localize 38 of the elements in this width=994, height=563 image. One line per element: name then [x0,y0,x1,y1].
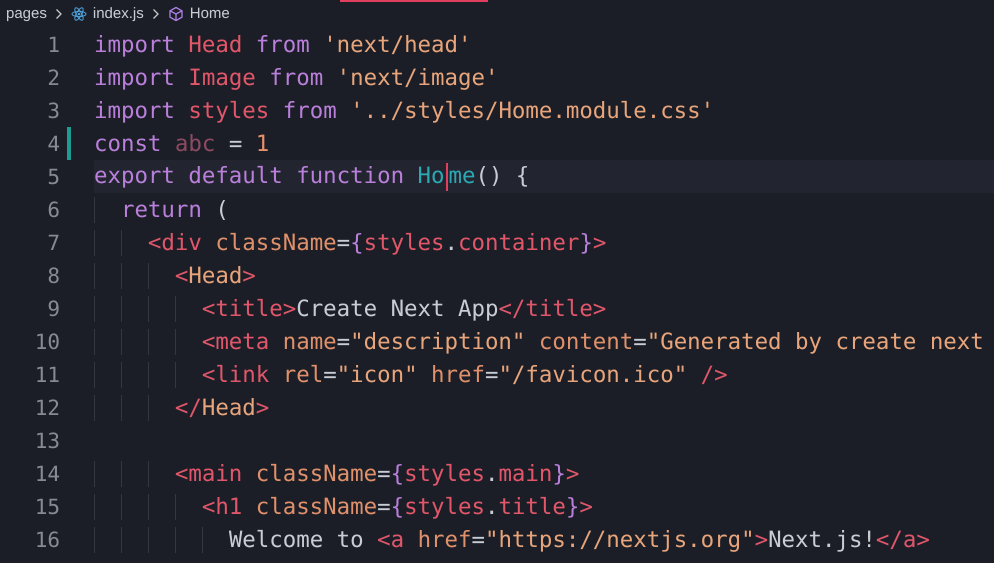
code-line: export default function Ho me() { [94,162,530,190]
breadcrumb-item[interactable]: pages [6,5,47,23]
code-line: Welcome to <a href="https://nextjs.org">Next.js!</a> [94,526,930,552]
code-line: return ( [94,196,229,222]
code-line: <Head> [94,262,256,288]
line-number: 3 [46,98,60,122]
line-number: 6 [46,198,60,222]
line-number: 9 [46,296,60,320]
chevron-icon [152,8,160,20]
line-number: 10 [34,330,60,354]
line-number: 8 [46,264,60,288]
cube-icon[interactable] [168,6,184,22]
breadcrumb-item[interactable]: Home [190,5,230,23]
line-number: 4 [46,132,60,156]
code-line: <h1 className={styles.title}> [94,494,593,520]
code-line: <link rel="icon" href="/favicon.ico" /> [94,362,728,388]
breadcrumb-item[interactable]: index.js [92,5,144,23]
line-number: 14 [34,462,60,486]
line-number: 2 [46,66,60,90]
chevron-icon [54,8,63,20]
line-number: 11 [34,362,60,386]
code-line: </Head> [94,394,270,420]
react-atom-icon[interactable] [70,6,87,22]
line-number: 1 [46,32,60,56]
line-number: 13 [34,428,60,452]
line-number: 15 [34,494,60,518]
line-number: 5 [46,164,60,188]
code-line: <main className={styles.main}> [94,460,580,486]
line-number: 7 [46,230,60,254]
code-line: import Image from 'next/image' [94,64,498,90]
line-number: 12 [34,396,60,420]
code-line: const abc = 1 [94,130,270,156]
code-line: <title>Create Next App</title> [94,296,606,322]
code-line: import Head from 'next/head' [94,32,472,58]
code-line: <div className={styles.container}> [94,230,606,256]
code-line: <meta name="description" content="Generated by create next [94,328,984,354]
code-line: import styles from '../styles/Home.module.css' [94,98,714,124]
line-number: 16 [34,528,60,552]
